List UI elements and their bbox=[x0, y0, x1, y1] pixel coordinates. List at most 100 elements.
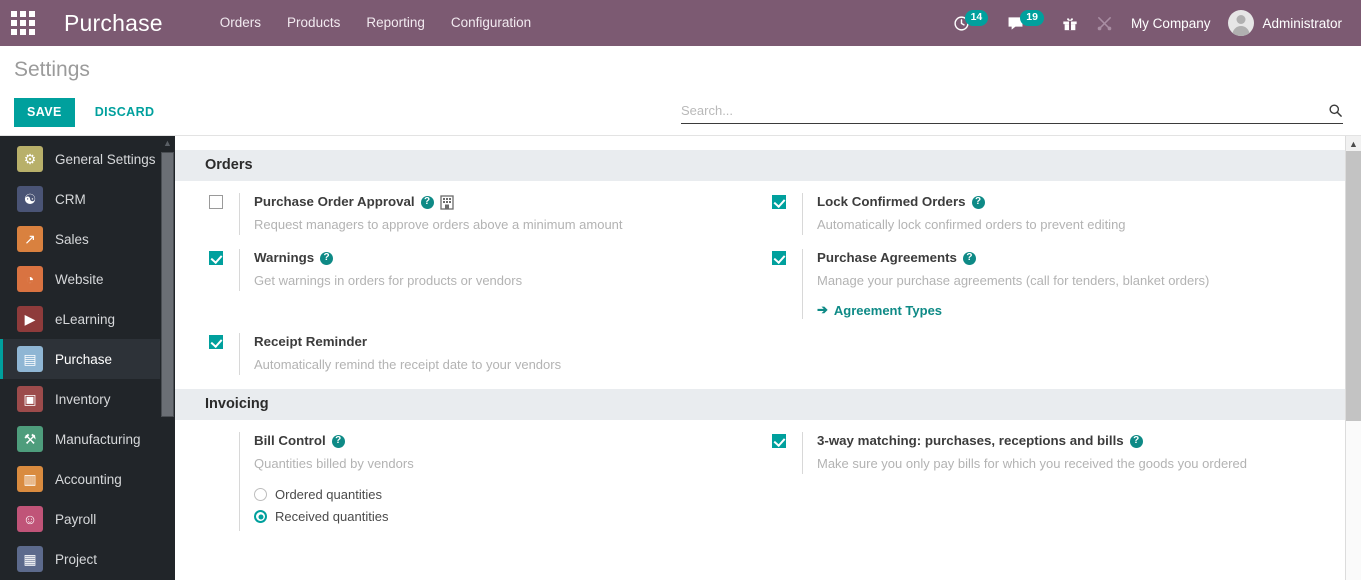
main-menu: Orders Products Reporting Configuration bbox=[207, 0, 544, 46]
checkbox-holder bbox=[209, 432, 239, 434]
checkbox-holder bbox=[209, 193, 239, 209]
sidebar-item-project[interactable]: ▦ Project bbox=[0, 539, 160, 579]
sidebar-item-payroll[interactable]: ☺ Payroll bbox=[0, 499, 160, 539]
gear-icon: ⚙ bbox=[17, 146, 43, 172]
checkbox-holder bbox=[772, 249, 802, 265]
messages-menu[interactable]: 19 bbox=[997, 0, 1053, 46]
section-orders-header: Orders bbox=[175, 150, 1345, 181]
setting-description: Automatically lock confirmed orders to p… bbox=[817, 217, 1126, 232]
setting-description: Automatically remind the receipt date to… bbox=[254, 357, 562, 372]
app-brand-title[interactable]: Purchase bbox=[64, 10, 163, 37]
help-icon[interactable]: ? bbox=[420, 195, 434, 209]
sidebar-item-purchase[interactable]: ▤ Purchase bbox=[0, 339, 160, 379]
setting-description: Request managers to approve orders above… bbox=[254, 217, 623, 232]
menu-reporting[interactable]: Reporting bbox=[353, 0, 438, 46]
setting-label-text: Purchase Agreements bbox=[817, 250, 957, 265]
checkbox-purchase-agreements[interactable] bbox=[772, 251, 786, 265]
help-icon[interactable]: ? bbox=[331, 434, 345, 448]
settings-scroll-thumb[interactable] bbox=[1346, 151, 1361, 421]
setting-warnings: Warnings? Get warnings in orders for prod… bbox=[175, 237, 760, 321]
search-input[interactable] bbox=[681, 103, 1328, 118]
apps-grid-icon[interactable] bbox=[0, 0, 46, 46]
sidebar-item-accounting[interactable]: ▥ Accounting bbox=[0, 459, 160, 499]
sidebar-item-label: Purchase bbox=[55, 351, 113, 367]
wrench-icon: ⚒ bbox=[17, 426, 43, 452]
setting-label: Purchase Order Approval? bbox=[254, 193, 740, 211]
save-button[interactable]: SAVE bbox=[14, 98, 75, 127]
sidebar-item-crm[interactable]: ☯ CRM bbox=[0, 179, 160, 219]
settings-scroll-up-icon[interactable]: ▲ bbox=[1346, 136, 1361, 151]
section-invoicing-rows: Bill Control? Quantities billed by vendor… bbox=[175, 420, 1345, 533]
setting-text-block: Lock Confirmed Orders? Automatically lock… bbox=[802, 193, 1325, 235]
sidebar-item-label: Payroll bbox=[55, 511, 97, 527]
setting-label-text: Warnings bbox=[254, 250, 315, 265]
settings-main-panel: Orders Purchase Order Approval? Request ma… bbox=[175, 136, 1361, 580]
sidebar-item-inventory[interactable]: ▣ Inventory bbox=[0, 379, 160, 419]
setting-label: Warnings? bbox=[254, 249, 740, 267]
discard-button[interactable]: DISCARD bbox=[85, 98, 165, 127]
search-icon[interactable] bbox=[1328, 103, 1343, 118]
sidebar-app-list: ⚙ General Settings ☯ CRM ↗ Sales ◔ Website ▶ eLea… bbox=[0, 136, 160, 580]
section-orders-rows: Purchase Order Approval? Request managers… bbox=[175, 181, 1345, 377]
sidebar-item-manufacturing[interactable]: ⚒ Manufacturing bbox=[0, 419, 160, 459]
checkbox-three-way-matching[interactable] bbox=[772, 434, 786, 448]
help-icon[interactable]: ? bbox=[1129, 434, 1143, 448]
sidebar-item-general-settings[interactable]: ⚙ General Settings bbox=[0, 139, 160, 179]
sidebar-item-label: Project bbox=[55, 551, 98, 567]
user-menu[interactable]: Administrator bbox=[1219, 0, 1351, 46]
sidebar-item-sales[interactable]: ↗ Sales bbox=[0, 219, 160, 259]
checkbox-purchase-order-approval[interactable] bbox=[209, 195, 223, 209]
checkbox-holder bbox=[209, 249, 239, 265]
company-switcher[interactable]: My Company bbox=[1122, 0, 1220, 46]
user-name: Administrator bbox=[1262, 15, 1342, 31]
box-icon: ▣ bbox=[17, 386, 43, 412]
menu-products[interactable]: Products bbox=[274, 0, 353, 46]
menu-orders[interactable]: Orders bbox=[207, 0, 274, 46]
setting-label: 3-way matching: purchases, receptions an… bbox=[817, 432, 1325, 450]
debug-tools-menu[interactable] bbox=[1087, 0, 1122, 46]
radio-group-bill-control: Ordered quantities Received quantities bbox=[254, 487, 740, 524]
setting-bill-control: Bill Control? Quantities billed by vendor… bbox=[175, 420, 760, 533]
sidebar-item-website[interactable]: ◔ Website bbox=[0, 259, 160, 299]
setting-text-block: Receipt Reminder Automatically remind the… bbox=[239, 333, 740, 375]
inner-link-label: Agreement Types bbox=[833, 302, 943, 318]
navbar-right-group: 14 19 My Company Administrator bbox=[944, 0, 1361, 46]
radio-indicator[interactable] bbox=[254, 510, 267, 523]
setting-three-way-matching: 3-way matching: purchases, receptions an… bbox=[760, 420, 1345, 533]
control-panel: Settings SAVE DISCARD bbox=[0, 46, 1361, 136]
setting-label: Purchase Agreements? bbox=[817, 249, 1325, 267]
radio-indicator[interactable] bbox=[254, 488, 267, 501]
setting-description: Make sure you only pay bills for which y… bbox=[817, 456, 1247, 471]
page-title: Settings bbox=[14, 58, 90, 81]
setting-purchase-order-approval: Purchase Order Approval? Request managers… bbox=[175, 181, 760, 237]
help-icon[interactable]: ? bbox=[962, 251, 976, 265]
sidebar-item-label: eLearning bbox=[55, 311, 116, 327]
crossed-tools-icon bbox=[1097, 16, 1112, 30]
settings-scrollbar[interactable]: ▲ bbox=[1345, 136, 1361, 580]
settings-scroll-track[interactable] bbox=[1346, 421, 1361, 580]
gift-icon bbox=[1063, 17, 1077, 30]
globe-icon: ◔ bbox=[17, 266, 43, 292]
help-icon[interactable]: ? bbox=[971, 195, 985, 209]
sidebar-scrollbar[interactable]: ▲ bbox=[160, 136, 175, 580]
checkbox-lock-confirmed-orders[interactable] bbox=[772, 195, 786, 209]
setting-label: Lock Confirmed Orders? bbox=[817, 193, 1325, 211]
gift-menu[interactable] bbox=[1053, 0, 1087, 46]
checkbox-holder bbox=[772, 193, 802, 209]
agreement-types-link[interactable]: ➔ Agreement Types bbox=[817, 302, 942, 318]
sidebar-item-label: Website bbox=[55, 271, 104, 287]
menu-configuration[interactable]: Configuration bbox=[438, 0, 544, 46]
help-icon[interactable]: ? bbox=[320, 251, 334, 265]
activities-menu[interactable]: 14 bbox=[944, 0, 998, 46]
setting-text-block: Bill Control? Quantities billed by vendor… bbox=[239, 432, 740, 531]
setting-text-block: Purchase Order Approval? Request managers… bbox=[239, 193, 740, 235]
checkbox-warnings[interactable] bbox=[209, 251, 223, 265]
sidebar-item-elearning[interactable]: ▶ eLearning bbox=[0, 299, 160, 339]
sidebar-scroll-up-icon[interactable]: ▲ bbox=[160, 136, 175, 150]
radio-received-quantities[interactable]: Received quantities bbox=[254, 509, 740, 524]
sidebar-scroll-thumb[interactable] bbox=[161, 152, 174, 417]
checkbox-receipt-reminder[interactable] bbox=[209, 335, 223, 349]
setting-label-text: Receipt Reminder bbox=[254, 334, 368, 349]
radio-ordered-quantities[interactable]: Ordered quantities bbox=[254, 487, 740, 502]
multi-company-icon[interactable] bbox=[439, 194, 454, 210]
